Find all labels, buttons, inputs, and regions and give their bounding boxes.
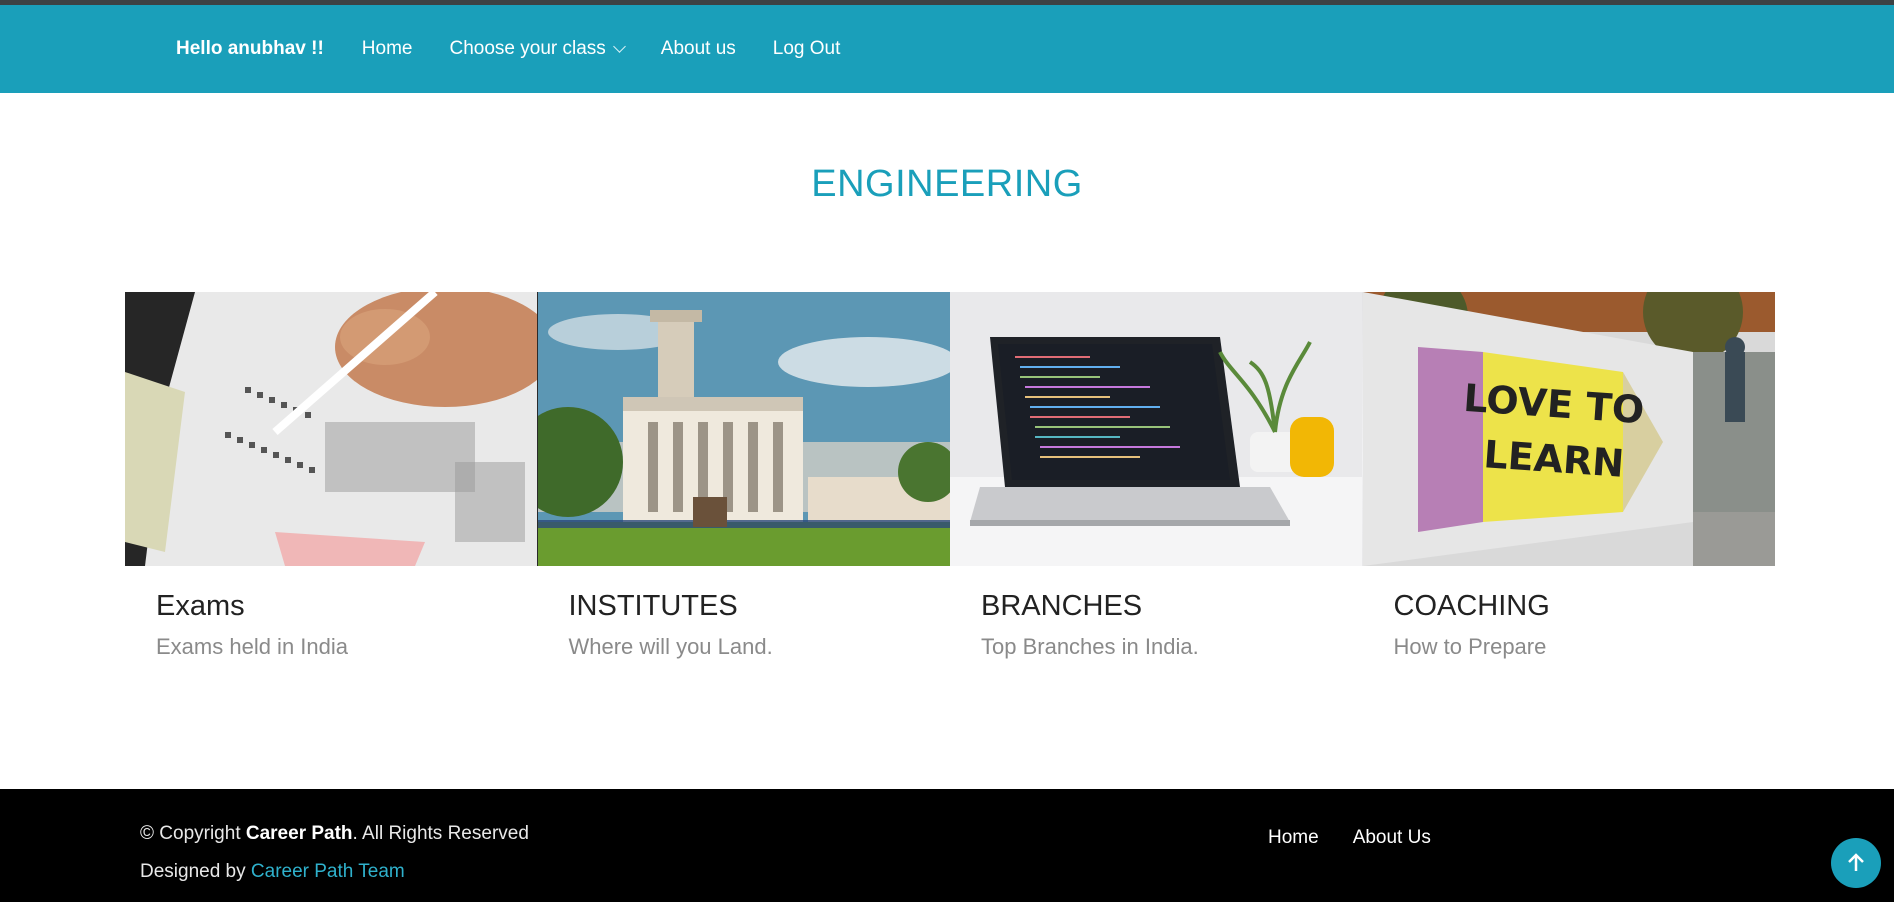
footer-about-link[interactable]: About Us xyxy=(1353,827,1431,849)
copyright-brand: Career Path xyxy=(245,823,353,844)
card-exams[interactable]: Exams Exams held in India xyxy=(125,292,538,672)
designed-by-label: Designed by xyxy=(140,861,251,882)
footer: © Copyright Career Path. All Rights Rese… xyxy=(0,789,1894,902)
branches-image xyxy=(950,292,1363,566)
nav-menu: Hello anubhav !! Home Choose your class … xyxy=(176,5,877,93)
copyright-rights: . All Rights Reserved xyxy=(352,823,529,844)
nav-choose-class-dropdown[interactable]: Choose your class xyxy=(449,38,626,60)
card-branches-title: BRANCHES xyxy=(981,590,1143,622)
category-cards: Exams Exams held in India INSTITUTES Whe… xyxy=(125,292,1775,672)
institutes-image xyxy=(537,292,950,566)
designer-link[interactable]: Career Path Team xyxy=(251,861,405,882)
card-exams-title: Exams xyxy=(156,590,245,622)
nav-choose-class-label: Choose your class xyxy=(449,38,606,59)
card-coaching-title: COACHING xyxy=(1393,590,1550,622)
card-branches-subtitle: Top Branches in India. xyxy=(981,634,1199,659)
nav-about-link[interactable]: About us xyxy=(661,38,736,60)
coaching-image: LOVE TO LEARN xyxy=(1362,292,1775,566)
nav-home-link[interactable]: Home xyxy=(362,38,413,60)
navbar: Hello anubhav !! Home Choose your class … xyxy=(0,5,1894,93)
card-coaching[interactable]: LOVE TO LEARN COACHING How to Prepare xyxy=(1362,292,1775,672)
page-title: ENGINEERING xyxy=(811,163,1083,205)
nav-greeting: Hello anubhav !! xyxy=(176,38,324,59)
card-institutes[interactable]: INSTITUTES Where will you Land. xyxy=(537,292,950,672)
nav-logout-link[interactable]: Log Out xyxy=(773,38,841,60)
chevron-down-icon xyxy=(612,39,626,53)
footer-designed-by: Designed by Career Path Team xyxy=(140,861,405,883)
footer-copyright: © Copyright Career Path. All Rights Rese… xyxy=(140,823,529,845)
back-to-top-button[interactable] xyxy=(1831,838,1881,888)
card-coaching-subtitle: How to Prepare xyxy=(1393,634,1547,659)
footer-links: Home About Us xyxy=(1268,827,1465,849)
arrow-up-icon xyxy=(1848,853,1864,871)
card-exams-subtitle: Exams held in India xyxy=(156,634,348,659)
copyright-prefix: © Copyright xyxy=(140,823,246,844)
card-institutes-title: INSTITUTES xyxy=(568,590,738,622)
card-institutes-subtitle: Where will you Land. xyxy=(568,634,773,659)
card-branches[interactable]: BRANCHES Top Branches in India. xyxy=(950,292,1363,672)
footer-home-link[interactable]: Home xyxy=(1268,827,1319,849)
exams-image xyxy=(125,292,538,566)
